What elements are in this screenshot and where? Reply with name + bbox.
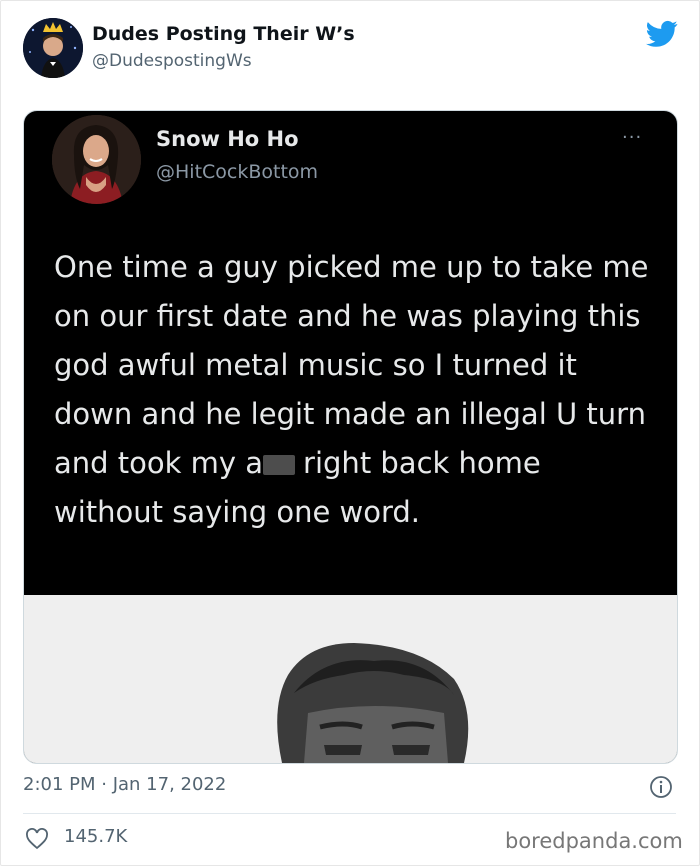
author-name[interactable]: Dudes Posting Their W’s — [92, 23, 355, 45]
embedded-author-name: Snow Ho Ho — [156, 127, 299, 151]
footer-divider — [23, 813, 676, 814]
censor-blur — [263, 455, 296, 475]
heart-icon[interactable] — [25, 828, 49, 850]
author-handle[interactable]: @DudespostingWs — [92, 51, 252, 71]
twitter-bird-icon[interactable] — [646, 20, 678, 48]
embedded-tweet-text: One time a guy picked me up to take me o… — [54, 243, 654, 537]
embedded-tweet-screenshot[interactable]: Snow Ho Ho @HitCockBottom ··· One time a… — [23, 110, 678, 764]
embedded-photo — [24, 595, 677, 763]
author-avatar-image — [23, 18, 83, 78]
like-count[interactable]: 145.7K — [64, 826, 127, 847]
tweet-timestamp[interactable]: 2:01 PM · Jan 17, 2022 — [23, 774, 226, 795]
man-portrait-image — [24, 595, 677, 763]
embedded-avatar — [52, 115, 141, 204]
boredpanda-watermark: boredpanda.com — [505, 829, 683, 853]
more-options-icon: ··· — [622, 127, 643, 148]
embedded-avatar-image — [52, 115, 141, 204]
info-icon[interactable] — [649, 775, 673, 799]
author-avatar[interactable] — [23, 18, 83, 78]
embedded-author-handle: @HitCockBottom — [156, 161, 319, 183]
